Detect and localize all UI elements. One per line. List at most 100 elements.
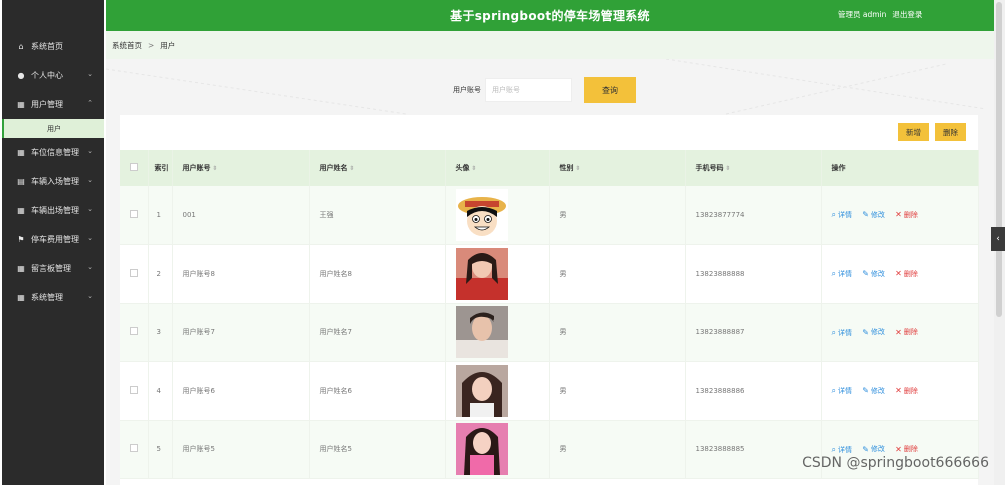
sort-icon[interactable]: ⇳ xyxy=(213,165,218,172)
table-row: 2 用户账号8 用户姓名8 男 13823888888 ⌕ 详情 ✎ 修改 ✕ … xyxy=(120,244,979,304)
select-all-cell[interactable] xyxy=(120,150,149,186)
sort-icon[interactable]: ⇳ xyxy=(350,165,355,172)
sidebar-item-message-board[interactable]: ▦ 留言板管理 ⌄ xyxy=(2,254,104,283)
row-checkbox[interactable] xyxy=(130,385,138,394)
header-avatar[interactable]: 头像 ⇳ xyxy=(445,150,550,186)
sort-icon[interactable]: ⇳ xyxy=(576,165,581,172)
row-account: 用户账号5 xyxy=(172,420,310,479)
detail-button[interactable]: ⌕ 详情 xyxy=(832,269,852,279)
sidebar-item-home[interactable]: ⌂ 系统首页 xyxy=(2,32,104,61)
sidebar-item-parking-spaces[interactable]: ▦ 车位信息管理 ⌄ xyxy=(2,138,104,167)
header-name[interactable]: 用户姓名 ⇳ xyxy=(309,150,446,186)
add-button[interactable]: 新增 xyxy=(898,123,929,141)
sidebar-item-system[interactable]: ▦ 系统管理 ⌄ xyxy=(2,283,104,312)
row-gender: 男 xyxy=(549,420,686,479)
topbar: 基于springboot的停车场管理系统 管理员 admin 退出登录 xyxy=(106,0,994,31)
edit-button[interactable]: ✎ 修改 xyxy=(862,386,885,396)
search-label: 用户账号 xyxy=(453,86,481,94)
detail-button[interactable]: ⌕ 详情 xyxy=(832,210,852,220)
delete-button[interactable]: ✕ 删除 xyxy=(895,386,918,396)
sidebar-item-parking-fees[interactable]: ⚑ 停车费用管理 ⌄ xyxy=(2,225,104,254)
user-icon: ● xyxy=(17,71,25,80)
scrollbar-thumb[interactable] xyxy=(996,2,1002,317)
sidebar-item-label: 停车费用管理 xyxy=(31,235,79,244)
row-checkbox[interactable] xyxy=(130,210,138,218)
detail-button[interactable]: ⌕ 详情 xyxy=(832,386,852,396)
row-index: 1 xyxy=(148,186,173,245)
chevron-down-icon: ⌄ xyxy=(87,70,93,78)
sidebar-item-label: 个人中心 xyxy=(31,71,63,80)
sidebar-item-user-management[interactable]: ▦ 用户管理 ⌃ xyxy=(2,90,104,119)
delete-button[interactable]: ✕ 删除 xyxy=(895,327,918,337)
home-icon: ⌂ xyxy=(18,42,24,51)
breadcrumb-current: 用户 xyxy=(160,40,176,50)
search-icon: ⌕ xyxy=(831,269,836,278)
edit-button[interactable]: ✎ 修改 xyxy=(862,210,885,220)
search-input[interactable]: 用户账号 xyxy=(485,78,572,102)
row-gender: 男 xyxy=(549,186,686,245)
sort-icon[interactable]: ⇳ xyxy=(726,165,731,172)
row-checkbox[interactable] xyxy=(130,327,138,336)
row-select-cell[interactable] xyxy=(120,420,149,479)
batch-delete-button[interactable]: 删除 xyxy=(935,123,966,141)
table-row: 4 用户账号6 用户姓名6 男 13823888886 ⌕ 详情 ✎ 修改 ✕ … xyxy=(120,361,979,421)
delete-button[interactable]: ✕ 删除 xyxy=(895,269,918,279)
sidebar-subitem-user[interactable]: 用户 xyxy=(2,119,104,138)
detail-button[interactable]: ⌕ 详情 xyxy=(832,328,852,338)
row-ops: ⌕ 详情 ✎ 修改 ✕ 删除 xyxy=(821,361,979,421)
close-icon: ✕ xyxy=(895,386,902,395)
delete-button[interactable]: ✕ 删除 xyxy=(895,210,918,220)
watermark: CSDN @springboot666666 xyxy=(802,455,989,471)
sidebar-item-label: 留言板管理 xyxy=(31,264,71,273)
search-icon: ⌕ xyxy=(831,444,836,454)
row-name: 用户姓名6 xyxy=(309,361,446,421)
row-phone: 13823877774 xyxy=(685,186,822,245)
header-account[interactable]: 用户账号 ⇳ xyxy=(172,150,310,186)
header-phone[interactable]: 手机号码 ⇳ xyxy=(685,150,822,186)
detail-button[interactable]: ⌕ 详情 xyxy=(832,445,852,455)
row-avatar-cell xyxy=(445,244,550,304)
logout-link[interactable]: 退出登录 xyxy=(892,9,922,20)
row-account: 用户账号8 xyxy=(172,244,310,304)
row-phone: 13823888885 xyxy=(685,420,822,479)
pencil-icon: ✎ xyxy=(862,386,869,395)
sort-icon[interactable]: ⇳ xyxy=(472,165,477,172)
edit-button[interactable]: ✎ 修改 xyxy=(862,269,885,279)
row-select-cell[interactable] xyxy=(120,244,149,304)
sidebar-item-profile[interactable]: ● 个人中心 ⌄ xyxy=(2,61,104,90)
sidebar-subitem-label: 用户 xyxy=(47,124,61,133)
header-ops: 操作 xyxy=(821,150,979,186)
row-account: 用户账号6 xyxy=(172,361,310,421)
row-name: 用户姓名8 xyxy=(309,244,446,304)
flag-icon: ⚑ xyxy=(17,235,25,244)
chevron-left-icon[interactable]: ‹ xyxy=(991,227,1005,251)
sidebar: ⌂ 系统首页 ● 个人中心 ⌄ ▦ 用户管理 ⌃ 用户 ▦ 车位信息管理 ⌄ ▤ 车辆入场管理 ⌄… xyxy=(2,0,104,485)
row-checkbox[interactable] xyxy=(130,268,138,277)
row-select-cell[interactable] xyxy=(120,186,149,245)
pencil-icon: ✎ xyxy=(862,210,869,220)
row-name: 用户姓名7 xyxy=(309,303,446,362)
header-gender[interactable]: 性别 ⇳ xyxy=(549,150,686,186)
cartoon-avatar xyxy=(455,189,508,241)
row-select-cell[interactable] xyxy=(120,361,149,421)
grid-icon: ▦ xyxy=(17,148,25,157)
row-phone: 13823888888 xyxy=(685,244,822,304)
delete-button[interactable]: ✕ 删除 xyxy=(895,444,918,454)
main-content: 用户账号 用户账号 查询 新增 删除 索引 用户账号 ⇳ 用户姓名 ⇳ 头像 ⇳ 性别… xyxy=(106,59,994,485)
edit-button[interactable]: ✎ 修改 xyxy=(862,444,885,454)
user-table: 索引 用户账号 ⇳ 用户姓名 ⇳ 头像 ⇳ 性别 ⇳ 手机号码 ⇳ 操作 1 001 王强 xyxy=(120,150,979,479)
row-name: 用户姓名5 xyxy=(309,420,446,479)
edit-button[interactable]: ✎ 修改 xyxy=(862,327,885,337)
search-icon: ⌕ xyxy=(831,386,836,395)
sidebar-item-vehicle-exit[interactable]: ▦ 车辆出场管理 ⌄ xyxy=(2,196,104,225)
row-select-cell[interactable] xyxy=(120,303,149,362)
grid-icon: ▦ xyxy=(17,100,25,109)
sidebar-item-vehicle-entry[interactable]: ▤ 车辆入场管理 ⌄ xyxy=(2,167,104,196)
row-checkbox[interactable] xyxy=(130,444,138,453)
query-button[interactable]: 查询 xyxy=(584,77,636,103)
table-header-row: 索引 用户账号 ⇳ 用户姓名 ⇳ 头像 ⇳ 性别 ⇳ 手机号码 ⇳ 操作 xyxy=(120,150,979,186)
row-index: 3 xyxy=(148,303,173,362)
breadcrumb-home[interactable]: 系统首页 xyxy=(112,40,142,51)
select-all-checkbox[interactable] xyxy=(130,163,138,171)
photo-avatar-woman xyxy=(455,364,508,417)
